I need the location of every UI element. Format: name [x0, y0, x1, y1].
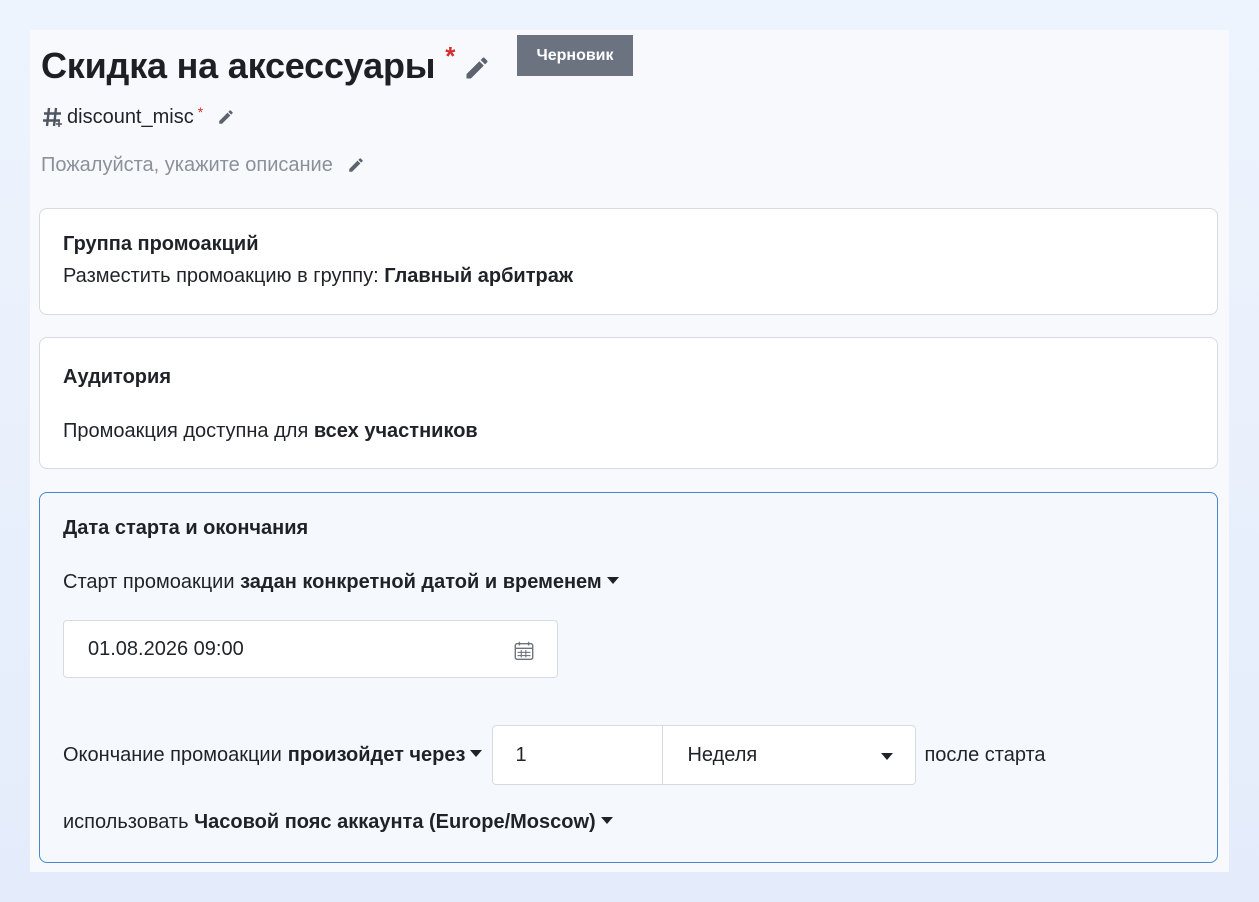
description-placeholder[interactable]: Пожалуйста, укажите описание [41, 154, 333, 177]
end-unit-select[interactable]: Неделя [662, 725, 917, 785]
caret-down-icon [470, 749, 483, 757]
end-suffix: после старта [924, 743, 1046, 766]
timezone-label: использовать [63, 811, 189, 833]
timezone-dropdown[interactable]: Часовой пояс аккаунта (Europe/Moscow) [194, 811, 613, 833]
start-datetime-input[interactable]: 01.08.2026 09:00 [63, 620, 558, 678]
timezone-line: использовать Часовой пояс аккаунта (Euro… [63, 811, 613, 834]
title-row: Скидка на аксессуары * [41, 42, 491, 92]
start-datetime-value: 01.08.2026 09:00 [88, 638, 244, 660]
caret-down-icon [600, 817, 613, 825]
promo-group-line: Разместить промоакцию в группу: Главный … [63, 265, 573, 288]
edit-code-pencil-icon[interactable] [217, 108, 235, 126]
promo-editor-panel: Скидка на аксессуары * Черновик discount… [30, 30, 1229, 872]
edit-description-pencil-icon[interactable] [347, 156, 365, 174]
start-mode-dropdown[interactable]: задан конкретной датой и временем [240, 571, 619, 593]
start-line: Старт промоакции задан конкретной датой … [63, 571, 619, 594]
end-mode-dropdown[interactable]: произойдет через [288, 744, 483, 767]
audience-label: Промоакция доступна для [63, 420, 309, 442]
promo-group-card: Группа промоакций Разместить промоакцию … [39, 208, 1218, 315]
start-label: Старт промоакции [63, 571, 235, 593]
end-mode-value: произойдет через [287, 743, 466, 766]
promo-group-value[interactable]: Главный арбитраж [384, 265, 573, 287]
audience-card: Аудитория Промоакция доступна для всех у… [39, 337, 1218, 469]
dates-card: Дата старта и окончания Старт промоакции… [39, 492, 1218, 863]
end-amount-input[interactable]: 1 [492, 725, 663, 785]
promo-code-row: discount_misc * [41, 102, 235, 132]
promo-group-label: Разместить промоакцию в группу: [63, 265, 379, 287]
edit-title-pencil-icon[interactable] [463, 54, 491, 82]
calendar-icon[interactable] [513, 640, 535, 662]
description-row: Пожалуйста, укажите описание [41, 150, 365, 180]
caret-down-icon [881, 753, 894, 760]
end-unit-value: Неделя [687, 744, 758, 766]
end-row: Окончание промоакции произойдет через 1 … [63, 725, 1046, 785]
end-amount-value: 1 [515, 744, 527, 766]
page-title: Скидка на аксессуары [41, 45, 436, 86]
status-badge: Черновик [517, 35, 633, 76]
timezone-value: Часовой пояс аккаунта (Europe/Moscow) [194, 811, 596, 833]
audience-title: Аудитория [63, 366, 171, 388]
audience-value[interactable]: всех участников [314, 420, 478, 442]
start-mode-value: задан конкретной датой и временем [240, 571, 602, 593]
code-required-mark: * [197, 104, 204, 120]
required-mark: * [445, 41, 456, 71]
caret-down-icon [606, 577, 619, 585]
dates-title: Дата старта и окончания [63, 517, 309, 539]
hashtag-icon [41, 105, 65, 129]
audience-line: Промоакция доступна для всех участников [63, 420, 478, 443]
promo-group-title: Группа промоакций [63, 233, 259, 255]
end-label: Окончание промоакции [63, 743, 282, 766]
promo-code: discount_misc [67, 105, 194, 128]
